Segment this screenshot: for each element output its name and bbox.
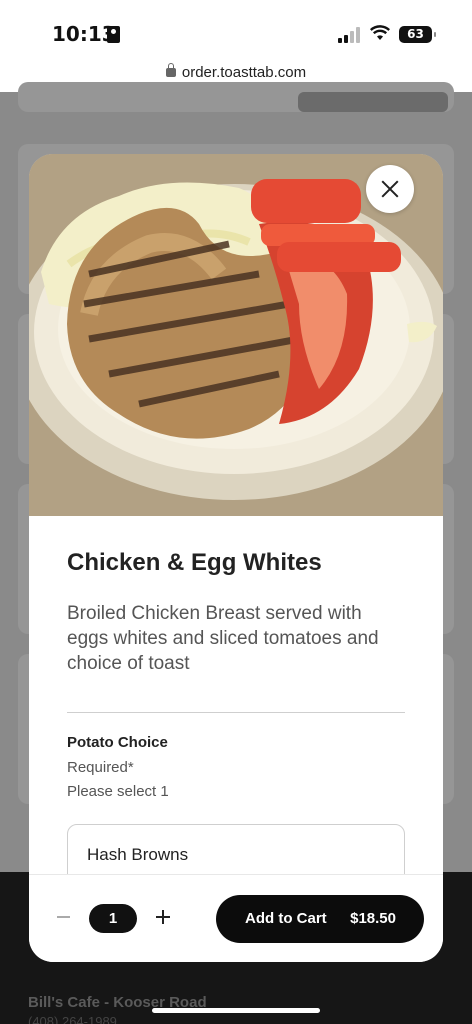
modifier-required: Required* — [67, 759, 134, 776]
item-description: Broiled Chicken Breast served with eggs … — [67, 603, 379, 674]
menu-thumb — [298, 92, 448, 112]
item-title: Chicken & Egg Whites — [67, 549, 322, 576]
decrease-quantity-button[interactable] — [57, 916, 70, 918]
quantity-display: 1 — [89, 904, 137, 933]
divider — [67, 712, 405, 713]
dish-photo — [29, 154, 443, 516]
modifier-instruction: Please select 1 — [67, 783, 169, 800]
home-indicator[interactable] — [152, 1008, 320, 1013]
modifier-title: Potato Choice — [67, 734, 168, 751]
status-bar: 10:13 63 — [0, 0, 472, 60]
focus-mode-icon — [107, 26, 120, 43]
cart-bar: 1 Add to Cart $18.50 — [29, 874, 443, 962]
option-label: Hash Browns — [87, 845, 189, 864]
url-display[interactable]: order.toasttab.com — [165, 63, 307, 81]
lock-icon — [165, 63, 176, 77]
close-button[interactable] — [366, 165, 414, 213]
cellular-signal-icon — [338, 27, 362, 43]
add-to-cart-label: Add to Cart — [245, 910, 327, 927]
restaurant-phone: (408) 264-1989 — [28, 1014, 117, 1024]
add-to-cart-price: $18.50 — [350, 910, 396, 927]
increase-quantity-button[interactable] — [156, 910, 170, 924]
wifi-icon — [370, 25, 390, 40]
add-to-cart-button[interactable]: Add to Cart $18.50 — [216, 895, 424, 943]
item-modal: Chicken & Egg Whites Broiled Chicken Bre… — [29, 154, 443, 962]
url-text: order.toasttab.com — [181, 64, 307, 81]
battery-icon: 63 — [399, 26, 436, 43]
